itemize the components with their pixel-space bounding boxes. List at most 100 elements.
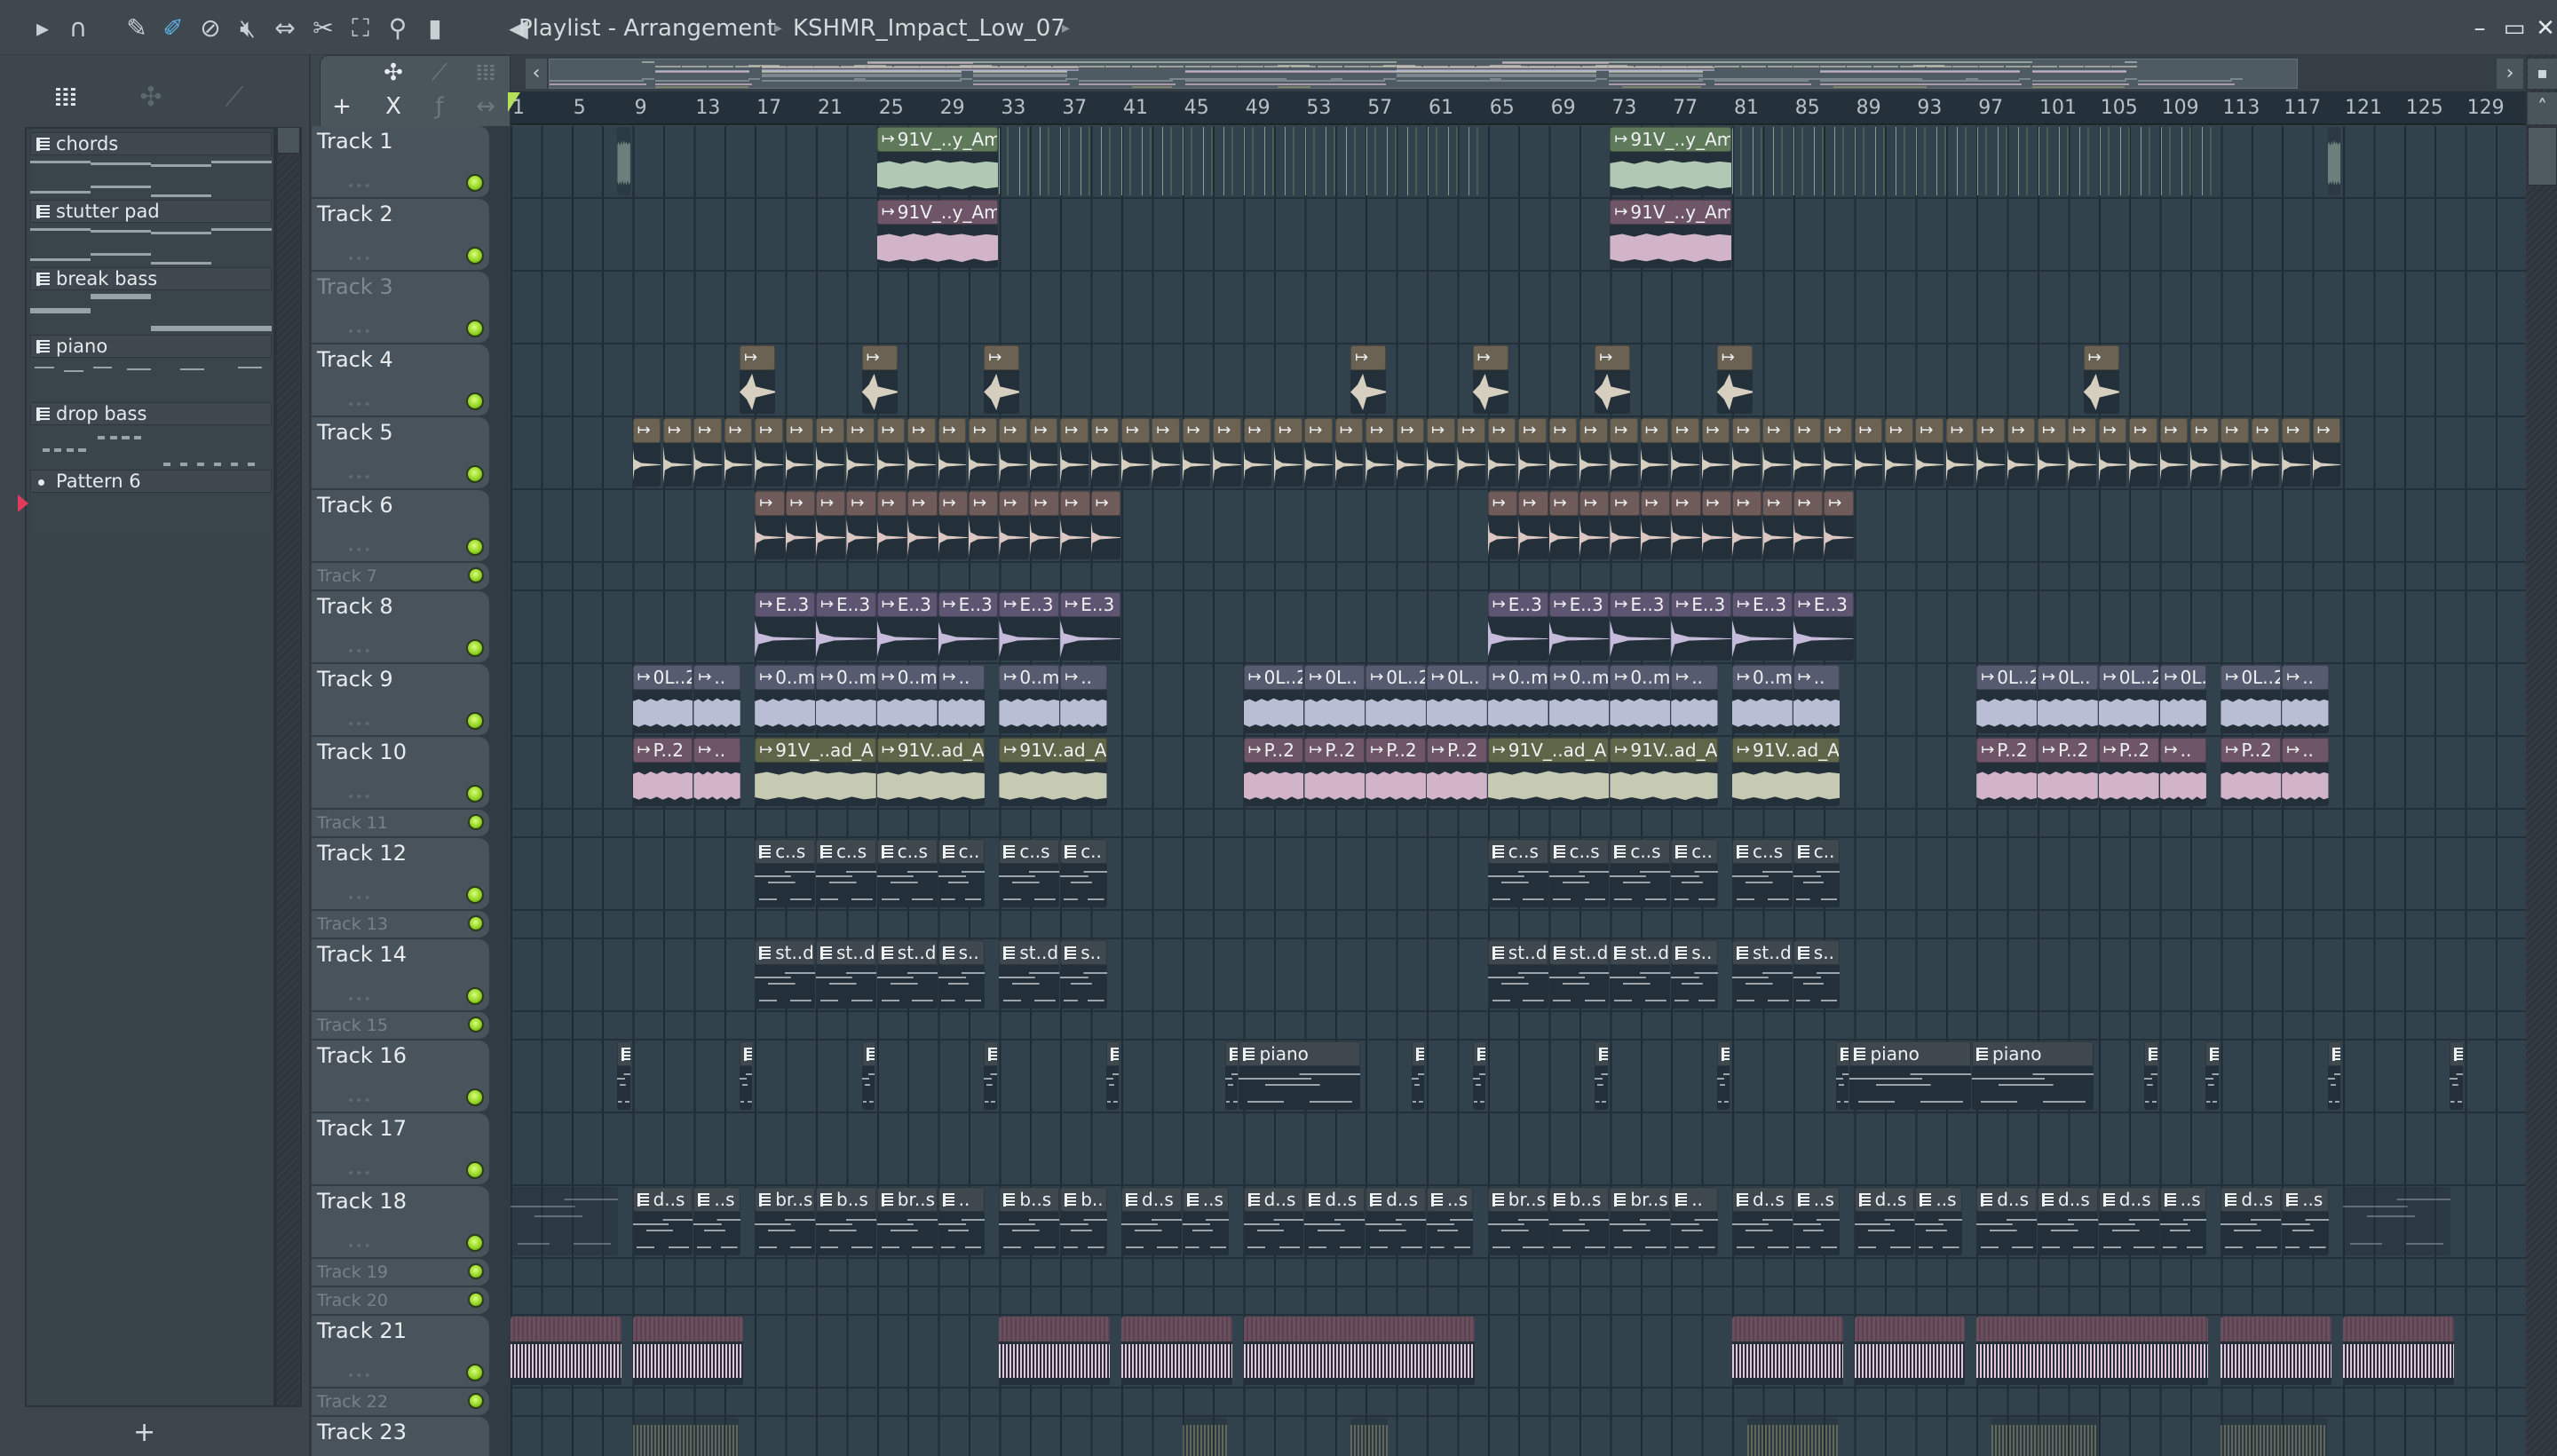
clip-header[interactable]: ↦ 0..m bbox=[1610, 665, 1671, 690]
clip-header[interactable]: ↦ 0L..2 bbox=[1976, 665, 2037, 690]
audio-clip[interactable]: ↦ bbox=[816, 418, 844, 487]
audio-clip[interactable]: ↦ bbox=[907, 418, 936, 487]
audio-clip[interactable] bbox=[617, 127, 630, 195]
clip-header[interactable]: c..s bbox=[1487, 839, 1548, 864]
clip-header[interactable]: ↦ P..2 bbox=[2221, 738, 2282, 763]
track-mute-led-icon[interactable] bbox=[466, 320, 484, 337]
pattern-clip[interactable]: d..s bbox=[1366, 1187, 1426, 1255]
audio-clip[interactable]: ↦ bbox=[1060, 418, 1089, 487]
track-lane-7[interactable] bbox=[511, 563, 2526, 591]
track-header-20[interactable]: Track 20 bbox=[312, 1287, 489, 1315]
track-lane-15[interactable] bbox=[511, 1012, 2526, 1041]
audio-clip[interactable]: ↦ bbox=[755, 491, 785, 559]
audio-clip[interactable]: ↦ 91V..ad_A bbox=[1610, 738, 1718, 806]
track-name[interactable]: Track 17 bbox=[317, 1115, 407, 1142]
audio-clip[interactable]: ↦ bbox=[1793, 418, 1822, 487]
clip-header[interactable]: ↦ bbox=[1640, 491, 1671, 516]
clip-header[interactable]: ↦.. bbox=[1671, 665, 1718, 690]
audio-clip[interactable]: ↦ bbox=[2038, 418, 2066, 487]
audio-clip[interactable]: ↦ bbox=[693, 418, 723, 487]
audio-clip[interactable]: ↦.. bbox=[2282, 665, 2329, 733]
pattern-clip[interactable]: st..d bbox=[876, 940, 938, 1009]
clip-header[interactable]: b.. bbox=[1060, 1187, 1107, 1212]
clip-header[interactable]: .. bbox=[1671, 1187, 1718, 1212]
track-name[interactable]: Track 7 bbox=[317, 565, 377, 588]
clip-header[interactable]: ↦ 0L..2 bbox=[1243, 665, 1304, 690]
track-mute-led-icon[interactable] bbox=[466, 886, 484, 904]
pattern-clip[interactable] bbox=[2450, 1041, 2463, 1110]
track-mute-led-icon[interactable] bbox=[466, 987, 484, 1005]
clip-header[interactable]: ↦ bbox=[846, 418, 875, 443]
clip-header[interactable]: ..s bbox=[1427, 1187, 1474, 1212]
clip-header[interactable]: d..s bbox=[1732, 1187, 1793, 1212]
clip-header[interactable] bbox=[1105, 1041, 1120, 1066]
audio-clip[interactable]: ↦ 0..m bbox=[816, 665, 876, 733]
clip-header[interactable]: ↦ bbox=[1304, 418, 1334, 443]
audio-clip[interactable]: ↦ P..2 bbox=[1976, 738, 2037, 806]
pattern-clip[interactable]: br..s bbox=[1610, 1187, 1671, 1255]
clip-header[interactable]: ↦ bbox=[1366, 418, 1394, 443]
track-mute-led-icon[interactable] bbox=[466, 1088, 484, 1106]
audio-clip[interactable]: ↦ bbox=[1732, 418, 1761, 487]
audio-clip[interactable] bbox=[999, 127, 1487, 195]
track-options-icon[interactable]: ••• bbox=[347, 252, 372, 266]
clip-header[interactable]: ↦ bbox=[1976, 418, 2005, 443]
audio-clip[interactable]: ↦ bbox=[2129, 418, 2157, 487]
clip-header[interactable]: ↦ bbox=[1427, 418, 1455, 443]
track-mute-led-icon[interactable] bbox=[468, 1292, 484, 1308]
clip-header[interactable]: ↦ bbox=[1945, 418, 1975, 443]
add-pattern-button[interactable]: + bbox=[133, 1417, 155, 1448]
clip-header[interactable]: ↦ bbox=[999, 418, 1028, 443]
clip-header[interactable]: ↦ P..2 bbox=[632, 738, 693, 763]
clip-header[interactable] bbox=[1224, 1041, 1239, 1066]
audio-filter-icon[interactable]: ✣ bbox=[133, 82, 169, 114]
audio-clip[interactable]: ↦ bbox=[876, 418, 906, 487]
track-mute-led-icon[interactable] bbox=[468, 814, 484, 830]
audio-clip[interactable]: ↦ E..3 bbox=[1793, 592, 1854, 661]
track-name[interactable]: Track 14 bbox=[317, 941, 407, 968]
clip-header[interactable]: ↦0L.. bbox=[1304, 665, 1366, 690]
track-options-icon[interactable]: ••• bbox=[347, 993, 372, 1007]
audio-clip[interactable] bbox=[1243, 1317, 1476, 1385]
pattern-clip[interactable] bbox=[861, 1041, 875, 1110]
audio-clip[interactable] bbox=[1976, 1317, 2208, 1385]
clip-header[interactable]: ↦.. bbox=[2282, 665, 2329, 690]
clip-header[interactable]: st..d bbox=[1548, 940, 1610, 965]
scrollbar-menu-button[interactable]: ▪ bbox=[2528, 59, 2557, 89]
clip-header[interactable]: ↦ bbox=[1029, 418, 1058, 443]
audio-clip[interactable]: ↦ 91V..ad_A bbox=[1732, 738, 1841, 806]
clip-header[interactable]: s.. bbox=[1793, 940, 1841, 965]
track-header-21[interactable]: Track 21 ••• bbox=[312, 1316, 489, 1388]
clip-header[interactable]: br..s bbox=[876, 1187, 938, 1212]
clip-header[interactable]: ↦ bbox=[816, 491, 846, 516]
audio-clip[interactable]: ↦ P..2 bbox=[632, 738, 693, 806]
pattern-clip[interactable]: c..s bbox=[755, 839, 815, 907]
audio-clip[interactable]: ↦.. bbox=[2159, 738, 2206, 806]
pattern-clip[interactable] bbox=[617, 1041, 630, 1110]
clip-header[interactable]: ↦ bbox=[1579, 418, 1608, 443]
audio-clip[interactable]: ↦ bbox=[1732, 491, 1762, 559]
audio-clip[interactable]: ↦.. bbox=[1793, 665, 1841, 733]
track-name[interactable]: Track 5 bbox=[317, 419, 393, 446]
track-mute-led-icon[interactable] bbox=[466, 785, 484, 803]
audio-clip[interactable]: ↦ bbox=[1915, 418, 1944, 487]
picker-item-header[interactable]: stutter pad bbox=[30, 200, 272, 223]
audio-clip[interactable]: ↦ bbox=[1701, 418, 1730, 487]
audio-clip[interactable]: ↦ 0L..2 bbox=[1243, 665, 1304, 733]
pattern-clip[interactable]: ..s bbox=[1182, 1187, 1230, 1255]
audio-clip[interactable]: ↦ bbox=[1671, 418, 1699, 487]
pattern-clip[interactable]: c.. bbox=[938, 839, 985, 907]
clip-header[interactable]: ↦ bbox=[2129, 418, 2157, 443]
clip-header[interactable]: ..s bbox=[693, 1187, 740, 1212]
audio-clip[interactable]: ↦ bbox=[1029, 418, 1058, 487]
clip-header[interactable]: ↦.. bbox=[938, 665, 985, 690]
clip-header[interactable]: ↦ bbox=[1487, 418, 1516, 443]
audio-clip[interactable]: ↦ 0..m bbox=[1548, 665, 1610, 733]
pattern-clip[interactable]: st..d bbox=[999, 940, 1060, 1009]
clip-header[interactable]: d..s bbox=[1243, 1187, 1304, 1212]
clip-header[interactable]: ↦ bbox=[1243, 418, 1272, 443]
audio-clip[interactable] bbox=[1350, 1418, 1388, 1456]
audio-clip[interactable] bbox=[1732, 127, 2221, 195]
track-header-2[interactable]: Track 2 ••• bbox=[312, 199, 489, 271]
pattern-clip[interactable]: st..d bbox=[1548, 940, 1610, 1009]
